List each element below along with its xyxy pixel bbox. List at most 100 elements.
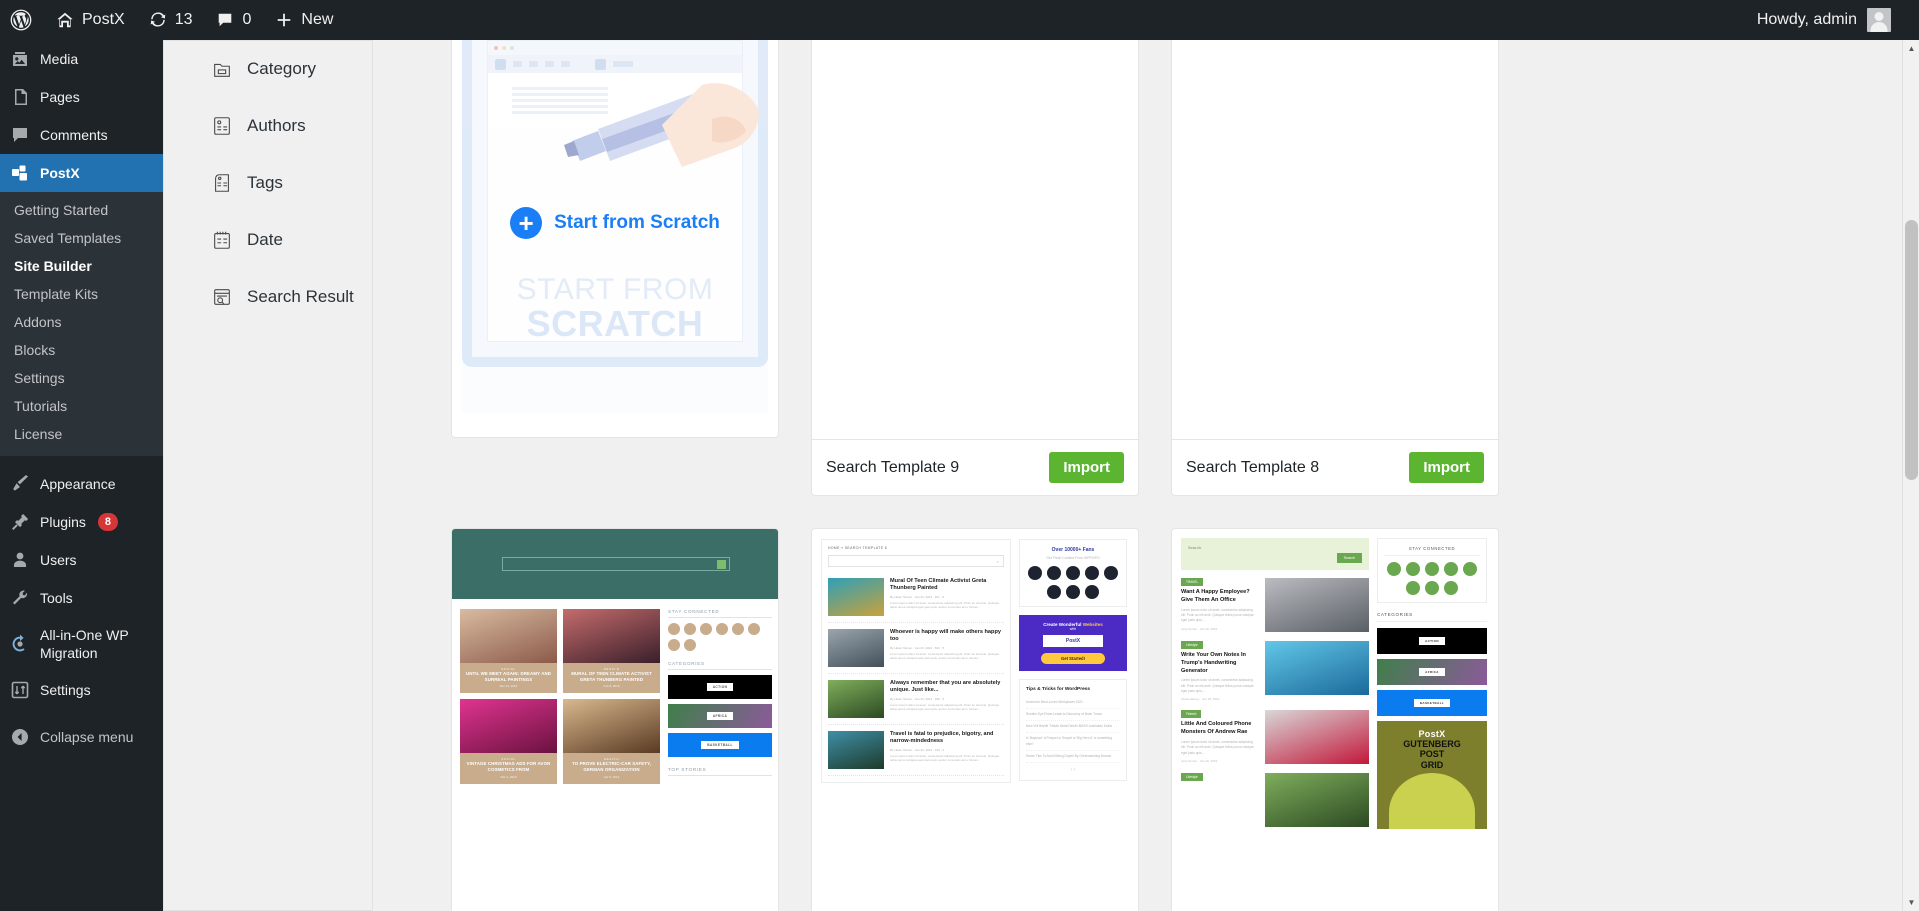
- updates-button[interactable]: 13: [137, 0, 205, 40]
- preview-post: TRAVEL Want A Happy Employee? Give Them …: [1181, 578, 1369, 632]
- sidebar-item-postx[interactable]: PostX: [0, 154, 163, 192]
- flyout-item-search-result[interactable]: Search Result: [163, 268, 373, 325]
- site-name-button[interactable]: PostX: [44, 0, 137, 40]
- category-icon: [211, 58, 233, 80]
- sidebar-item-plugins[interactable]: Plugins 8: [0, 503, 163, 541]
- preview-category-item: AFRICA: [668, 704, 772, 728]
- submenu-item-saved-templates[interactable]: Saved Templates: [0, 224, 163, 252]
- preview-post-thumbnail: [1265, 641, 1369, 695]
- start-from-scratch-card[interactable]: START FROM SCRATCH + Start from Scratch: [451, 40, 779, 438]
- preview-post-tag: Lifestyle: [1181, 641, 1203, 649]
- flyout-item-category[interactable]: Category: [163, 40, 373, 97]
- preview-post: SOCIAL UNTIL WE MEET AGAIN: DREAMY AND S…: [460, 609, 557, 694]
- preview-tips-widget: Tips & Tricks for WordPress America's Mo…: [1019, 679, 1127, 781]
- submenu-item-getting-started[interactable]: Getting Started: [0, 196, 163, 224]
- sidebar-item-settings[interactable]: Settings: [0, 671, 163, 709]
- preview-category-item: BASKETBALL: [668, 733, 772, 757]
- start-from-scratch-cta[interactable]: + Start from Scratch: [510, 207, 720, 239]
- import-button[interactable]: Import: [1049, 452, 1124, 483]
- flyout-item-tags[interactable]: Tags: [163, 154, 373, 211]
- comments-count: 0: [242, 11, 252, 28]
- search-icon: [717, 559, 726, 569]
- preview-post-list: HOME » SEARCH TEMPLATE 6 ⌕ Mural Of Teen…: [821, 539, 1011, 783]
- wordpress-logo-button[interactable]: [0, 0, 44, 40]
- preview-post-category: HEALTH: [603, 757, 620, 762]
- collapse-menu-button[interactable]: Collapse menu: [0, 718, 163, 756]
- scroll-down-arrow[interactable]: ▼: [1903, 894, 1919, 911]
- submenu-item-blocks[interactable]: Blocks: [0, 336, 163, 364]
- preview-tip-item: America's Most-Loved Workplaces 2021: [1026, 697, 1120, 710]
- preview-post-grid: SOCIAL UNTIL WE MEET AGAIN: DREAMY AND S…: [460, 609, 660, 784]
- ad-line-1a: Create Wonderful: [1043, 622, 1083, 627]
- submenu-item-site-builder[interactable]: Site Builder: [0, 252, 163, 280]
- plugins-update-badge: 8: [97, 513, 119, 531]
- date-icon: [211, 229, 233, 251]
- appearance-icon: [10, 474, 30, 494]
- template-card[interactable]: World Cup World Cup – What Are The Key D…: [811, 40, 1139, 496]
- scroll-up-arrow[interactable]: ▲: [1903, 40, 1919, 57]
- submenu-item-tutorials[interactable]: Tutorials: [0, 392, 163, 420]
- updates-count: 13: [174, 11, 193, 28]
- template-card[interactable]: Fifa Announces 16 Host Cities For The 20…: [1171, 40, 1499, 496]
- youtube-icon: [1085, 566, 1099, 580]
- amazon-icon: [668, 639, 680, 651]
- new-content-button[interactable]: New: [263, 0, 345, 40]
- comments-button[interactable]: 0: [204, 0, 263, 40]
- sidebar-item-tools[interactable]: Tools: [0, 579, 163, 617]
- scrollbar-thumb[interactable]: [1905, 220, 1918, 480]
- preview-tip-item: Routine Eye Exam Leads to Discovery of B…: [1026, 709, 1120, 722]
- preview-post-meta: By Helen Tanner · Jan 23, 2021 · 467 · 5: [890, 594, 945, 599]
- preview-tip-item: Is 'Baymax!' A Prequel or Sequel to 'Big…: [1026, 733, 1120, 751]
- preview-post-title: Travel is fatal to prejudice, bigotry, a…: [890, 731, 994, 745]
- template-card[interactable]: SOCIAL UNTIL WE MEET AGAIN: DREAMY AND S…: [451, 528, 779, 911]
- preview-post-title: Want A Happy Employee? Give Them An Offi…: [1181, 589, 1250, 603]
- preview-post-list: Search Search TRAVEL Want A Happy Employ…: [1181, 538, 1369, 836]
- sidebar-item-appearance[interactable]: Appearance: [0, 465, 163, 503]
- submenu-item-settings[interactable]: Settings: [0, 364, 163, 392]
- sidebar-item-comments[interactable]: Comments: [0, 116, 163, 154]
- sidebar-item-label: Users: [40, 551, 77, 568]
- preview-top-stories-heading: TOP STORIES: [668, 767, 772, 776]
- flyout-item-label: Search Result: [247, 286, 354, 306]
- template-preview: World Cup World Cup – What Are The Key D…: [812, 40, 1138, 439]
- submenu-item-addons[interactable]: Addons: [0, 308, 163, 336]
- admin-bar: PostX 13 0 New Howdy, admin: [0, 0, 1919, 40]
- preview-tips-heading: Tips & Tricks for WordPress: [1026, 687, 1091, 692]
- sidebar-item-media[interactable]: Media: [0, 40, 163, 78]
- start-from-scratch-label: Start from Scratch: [554, 212, 720, 233]
- preview-category-item: ACTION: [1377, 628, 1487, 654]
- updates-icon: [149, 11, 167, 29]
- sidebar-item-label: Settings: [40, 682, 91, 699]
- template-card[interactable]: HOME » SEARCH TEMPLATE 6 ⌕ Mural Of Teen…: [811, 528, 1139, 911]
- twitter-icon: [1047, 566, 1061, 580]
- import-button[interactable]: Import: [1409, 452, 1484, 483]
- behance-icon: [1085, 585, 1099, 599]
- page-scrollbar[interactable]: ▲ ▼: [1902, 40, 1919, 911]
- browser-mockup: [488, 41, 759, 341]
- template-card[interactable]: Search Search TRAVEL Want A Happy Employ…: [1171, 528, 1499, 911]
- sidebar-item-label: Plugins: [40, 513, 86, 530]
- browser-dots: [488, 41, 742, 55]
- submenu-item-license[interactable]: License: [0, 420, 163, 448]
- sidebar-item-pages[interactable]: Pages: [0, 78, 163, 116]
- ad-button: Get Started!: [1041, 653, 1105, 664]
- preview-post-excerpt: Lorem ipsum dolor sit amet, consectetur …: [890, 651, 1000, 661]
- preview-ad-banner: Create Wonderful Websites with PostX Get…: [1019, 615, 1127, 671]
- preview-post-date: Apr 8, 2019: [603, 774, 620, 779]
- sidebar-item-users[interactable]: Users: [0, 541, 163, 579]
- template-preview: SOCIAL UNTIL WE MEET AGAIN: DREAMY AND S…: [452, 529, 778, 911]
- preview-search-bar: Search Search: [1181, 538, 1369, 570]
- flyout-item-date[interactable]: Date: [163, 211, 373, 268]
- preview-social-links: [668, 623, 772, 651]
- preview-post-date: Mar 13, 2019: [499, 684, 518, 689]
- sidebar-item-all-in-one-wp-migration[interactable]: All-in-One WP Migration: [0, 617, 163, 671]
- preview-search-template-6: HOME » SEARCH TEMPLATE 6 ⌕ Mural Of Teen…: [812, 529, 1138, 793]
- account-menu[interactable]: Howdy, admin: [1757, 8, 1919, 32]
- flyout-item-authors[interactable]: Authors: [163, 97, 373, 154]
- preview-category-item: AFRICA: [1377, 659, 1487, 685]
- sidebar-item-label: Appearance: [40, 475, 116, 492]
- avatar: [1867, 8, 1891, 32]
- preview-post: Lifestyle: [1181, 773, 1369, 828]
- submenu-item-template-kits[interactable]: Template Kits: [0, 280, 163, 308]
- preview-search-template-5: Search Search TRAVEL Want A Happy Employ…: [1172, 529, 1498, 845]
